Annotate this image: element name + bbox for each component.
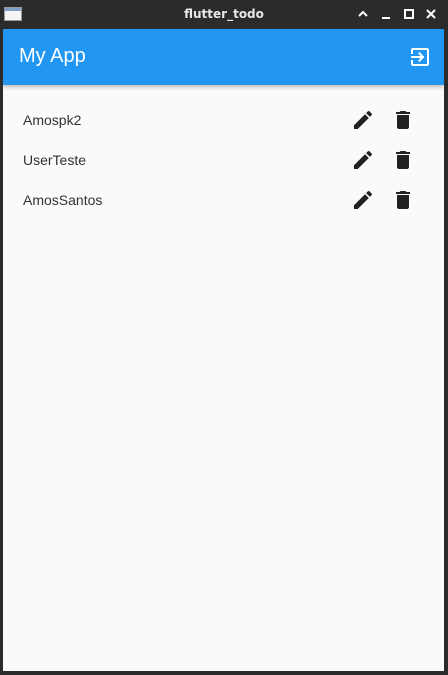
edit-icon[interactable] (351, 188, 375, 212)
list-item: Amospk2 (3, 99, 444, 139)
app-window: flutter_todo My App Amospk2 UserTeste Am… (0, 0, 448, 675)
list-item: AmosSantos (3, 179, 444, 219)
app-client-area: My App Amospk2 UserTeste AmosSantos (3, 29, 444, 671)
list-item: UserTeste (3, 139, 444, 179)
window-titlebar[interactable]: flutter_todo (0, 0, 448, 29)
minimize-icon[interactable] (379, 7, 393, 21)
user-list: Amospk2 UserTeste AmosSantos (3, 99, 444, 219)
close-icon[interactable] (424, 7, 438, 21)
user-name: UserTeste (23, 152, 87, 168)
edit-icon[interactable] (351, 108, 375, 132)
delete-icon[interactable] (391, 108, 415, 132)
shade-up-icon[interactable] (356, 7, 370, 21)
user-name: AmosSantos (23, 192, 103, 208)
edit-icon[interactable] (351, 148, 375, 172)
delete-icon[interactable] (391, 188, 415, 212)
app-bar: My App (3, 29, 444, 85)
logout-icon[interactable] (408, 45, 432, 69)
app-bar-title: My App (19, 45, 86, 67)
delete-icon[interactable] (391, 148, 415, 172)
user-name: Amospk2 (23, 112, 82, 128)
maximize-icon[interactable] (402, 7, 416, 21)
